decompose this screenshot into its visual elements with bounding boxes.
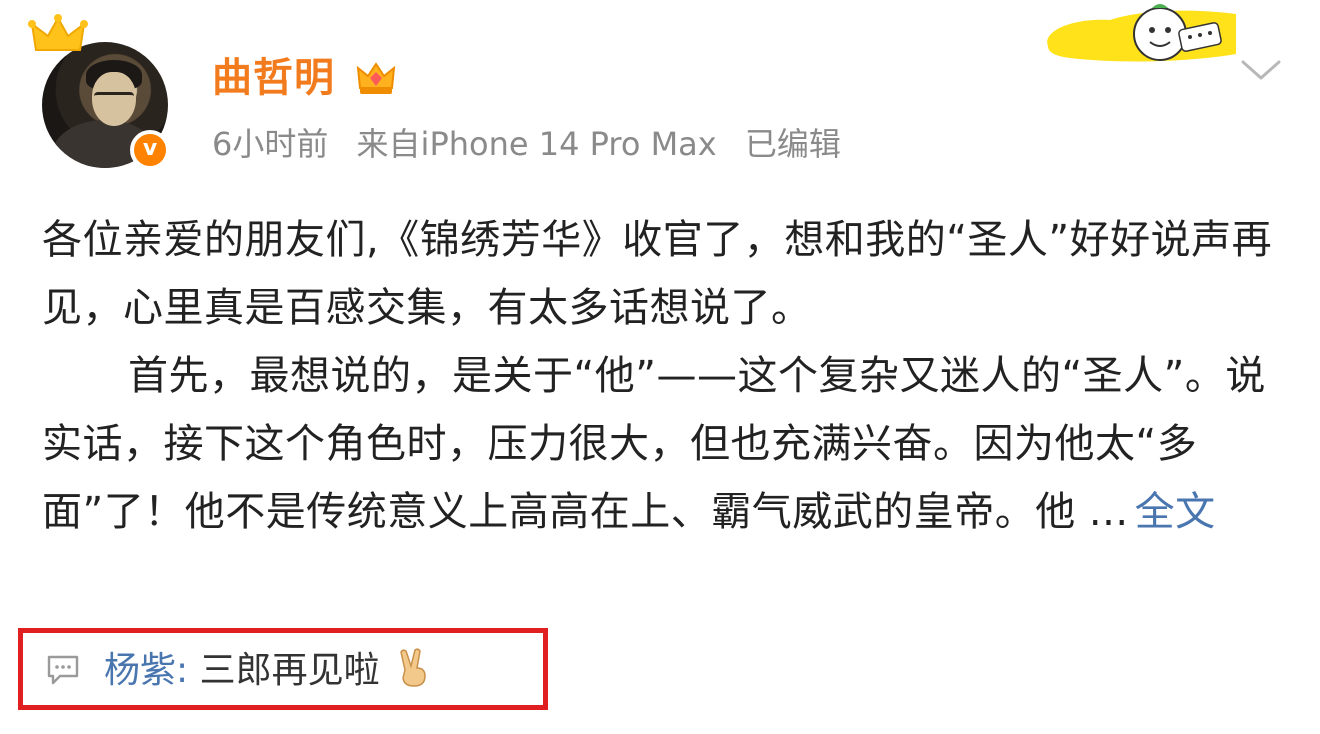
author-name[interactable]: 曲哲明 — [212, 54, 335, 102]
commenter-name[interactable]: 杨紫 — [104, 650, 176, 691]
post-paragraph-2-text: 首先，最想说的，是关于“他”——这个复杂又迷人的“圣人”。说实话，接下这个角色时… — [42, 353, 1266, 535]
vip-crown-icon[interactable] — [354, 56, 398, 100]
post-edited[interactable]: 已编辑 — [745, 125, 841, 163]
post-meta: 6小时前 来自iPhone 14 Pro Max 已编辑 — [212, 124, 859, 164]
chevron-down-icon[interactable] — [1240, 58, 1282, 82]
comment-text: 三郎再见啦 — [188, 650, 380, 691]
cartoon-sticker-icon[interactable] — [1040, 2, 1240, 66]
victory-hand-icon — [400, 648, 426, 687]
post-time: 6小时前 — [212, 125, 329, 163]
post-paragraph-1: 各位亲爱的朋友们,《锦绣芳华》收官了，想和我的“圣人”好好说声再见，心里真是百感… — [42, 217, 1273, 331]
crown-icon — [28, 14, 88, 51]
post-source: 来自iPhone 14 Pro Max — [356, 125, 717, 163]
avatar-glasses — [94, 92, 134, 105]
top-comment[interactable]: 杨紫: 三郎再见啦 — [104, 648, 433, 694]
verified-v-icon: v — [130, 130, 170, 170]
post-content: 各位亲爱的朋友们,《锦绣芳华》收官了，想和我的“圣人”好好说声再见，心里真是百感… — [42, 206, 1292, 546]
comment-separator: : — [176, 650, 189, 691]
post-paragraph-2: 首先，最想说的，是关于“他”——这个复杂又迷人的“圣人”。说实话，接下这个角色时… — [42, 342, 1292, 546]
full-text-link[interactable]: 全文 — [1135, 489, 1216, 535]
comment-icon — [47, 655, 79, 685]
